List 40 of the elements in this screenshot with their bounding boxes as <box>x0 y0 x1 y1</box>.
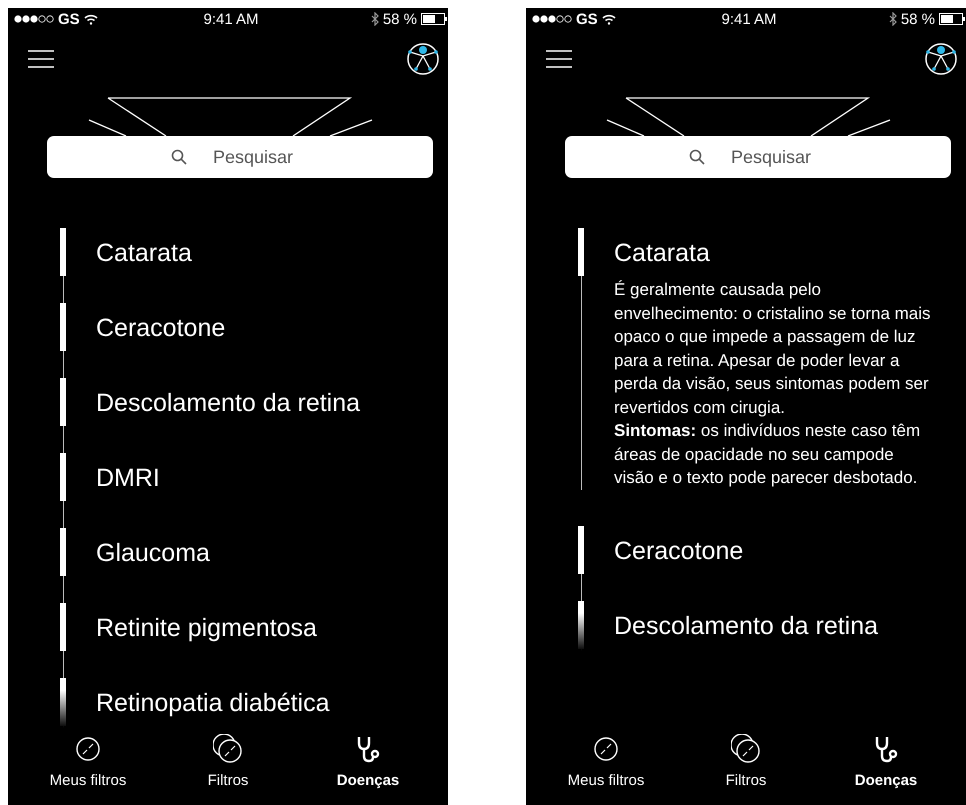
search-field[interactable]: Pesquisar <box>47 136 433 178</box>
battery-percent: 58 % <box>900 10 936 28</box>
status-time: 9:41 AM <box>720 10 778 28</box>
disease-item[interactable]: DMRI <box>96 453 418 503</box>
wifi-icon <box>602 14 616 24</box>
battery-icon <box>421 13 448 25</box>
disease-item[interactable]: Catarata <box>96 228 418 278</box>
tab-button[interactable]: Doenças <box>298 730 438 805</box>
disease-item[interactable]: Descolamento da retina <box>614 600 936 650</box>
tab-button[interactable]: Filtros <box>676 730 816 805</box>
disease-item[interactable]: Retinite pigmentosa <box>96 603 418 653</box>
disease-item[interactable]: Ceracotone <box>96 303 418 353</box>
disease-item[interactable]: Ceracotone <box>614 526 936 576</box>
bluetooth-icon <box>370 12 379 26</box>
tab-button[interactable]: Meus filtros <box>536 730 676 805</box>
lenses-icon <box>213 734 243 764</box>
disease-item[interactable]: Retinopatia diabética <box>96 678 418 728</box>
carrier-name: GS <box>576 10 598 28</box>
accessibility-icon[interactable] <box>924 42 958 76</box>
tab-button[interactable]: Meus filtros <box>18 730 158 805</box>
wifi-icon <box>84 14 98 24</box>
status-time: 9:41 AM <box>202 10 260 28</box>
disease-item[interactable]: Descolamento da retina <box>96 378 418 428</box>
carrier-name: GS <box>58 10 80 28</box>
battery-icon <box>939 13 966 25</box>
lenses-icon <box>731 734 761 764</box>
tab-button[interactable]: Doenças <box>816 730 956 805</box>
bluetooth-icon <box>888 12 897 26</box>
disease-item[interactable]: Catarata <box>614 228 936 278</box>
menu-icon[interactable] <box>546 50 572 68</box>
disease-description: Sintomas: os indivíduos neste caso têm áreas de opacidade no seu campode visão e o texto pode parecer desbotado. <box>614 420 922 489</box>
battery-percent: 58 % <box>382 10 418 28</box>
tab-button[interactable]: Filtros <box>158 730 298 805</box>
signal-icon <box>532 15 572 23</box>
disease-description: É geralmente causada pelo envelhecimento: o cristalino se torna mais opaco o que impede a passagem de luz para a retina. Apesar de poder levar a perda da visão, seus sintomas podem ser revertidos com cirugia. <box>614 279 932 418</box>
signal-icon <box>14 15 54 23</box>
disease-item[interactable]: Glaucoma <box>96 528 418 578</box>
search-field[interactable]: Pesquisar <box>565 136 951 178</box>
accessibility-icon[interactable] <box>406 42 440 76</box>
menu-icon[interactable] <box>28 50 54 68</box>
